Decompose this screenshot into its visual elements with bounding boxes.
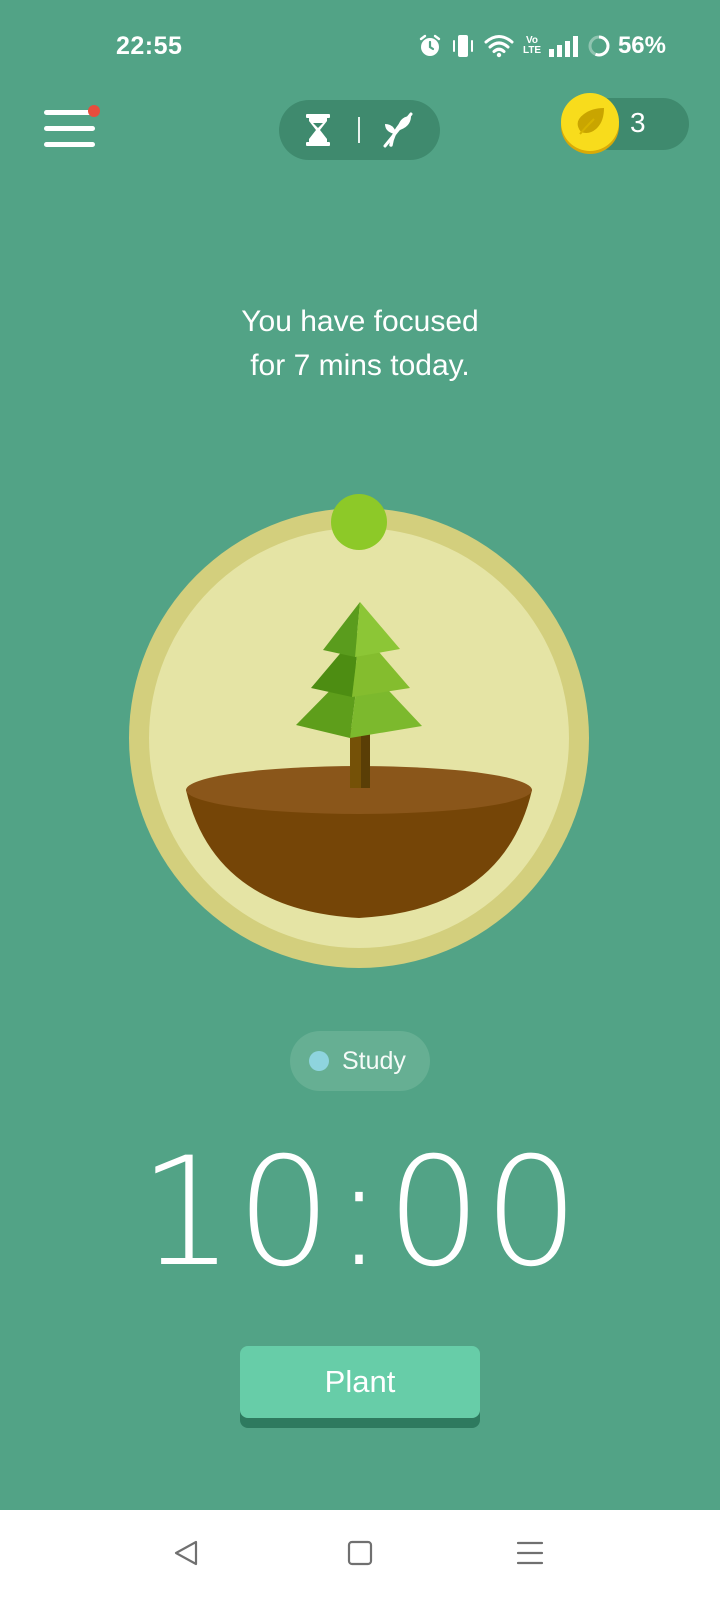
- back-icon: [172, 1539, 200, 1572]
- notification-dot: [88, 105, 100, 117]
- plant-button[interactable]: Plant: [240, 1346, 480, 1428]
- home-icon: [346, 1539, 374, 1572]
- menu-line: [44, 142, 95, 147]
- plant-button-label: Plant: [324, 1364, 396, 1399]
- mode-divider: [358, 117, 360, 143]
- wifi-icon: [484, 34, 514, 58]
- tag-label: Study: [342, 1047, 406, 1075]
- status-bar: 22:55 Vo LTE 56%: [0, 0, 720, 90]
- back-button[interactable]: [169, 1538, 203, 1572]
- status-icons: Vo LTE 56%: [418, 30, 666, 62]
- tag-selector[interactable]: Study: [290, 1031, 430, 1091]
- system-navigation-bar: [0, 1510, 720, 1600]
- tree-duration-dial[interactable]: [124, 490, 594, 975]
- vibrate-icon: [451, 33, 475, 59]
- recents-icon: [516, 1539, 544, 1572]
- hourglass-icon[interactable]: [305, 113, 331, 152]
- focus-summary-line-2: for 7 mins today.: [250, 349, 470, 382]
- battery-percent: 56%: [617, 32, 666, 59]
- dial-handle: [331, 494, 387, 550]
- timer-display[interactable]: 10:00: [0, 1138, 720, 1288]
- battery-ring-icon: [587, 34, 611, 58]
- menu-line: [44, 126, 95, 131]
- mode-toggle[interactable]: [279, 100, 440, 160]
- signal-icon: [548, 35, 578, 57]
- recents-button[interactable]: [513, 1538, 547, 1572]
- status-time: 22:55: [116, 32, 183, 60]
- alarm-icon: [418, 34, 442, 58]
- coin-icon: [558, 92, 622, 161]
- coin-count: 3: [630, 107, 646, 138]
- menu-button[interactable]: [44, 105, 100, 150]
- sapling-icon[interactable]: [381, 112, 415, 153]
- tag-color-dot: [309, 1051, 329, 1071]
- volte-icon: Vo LTE: [522, 36, 542, 56]
- home-button[interactable]: [343, 1538, 377, 1572]
- volte-line-2: LTE: [522, 45, 542, 56]
- focus-summary-line-1: You have focused: [241, 305, 479, 338]
- focus-summary: You have focused for 7 mins today.: [160, 300, 560, 388]
